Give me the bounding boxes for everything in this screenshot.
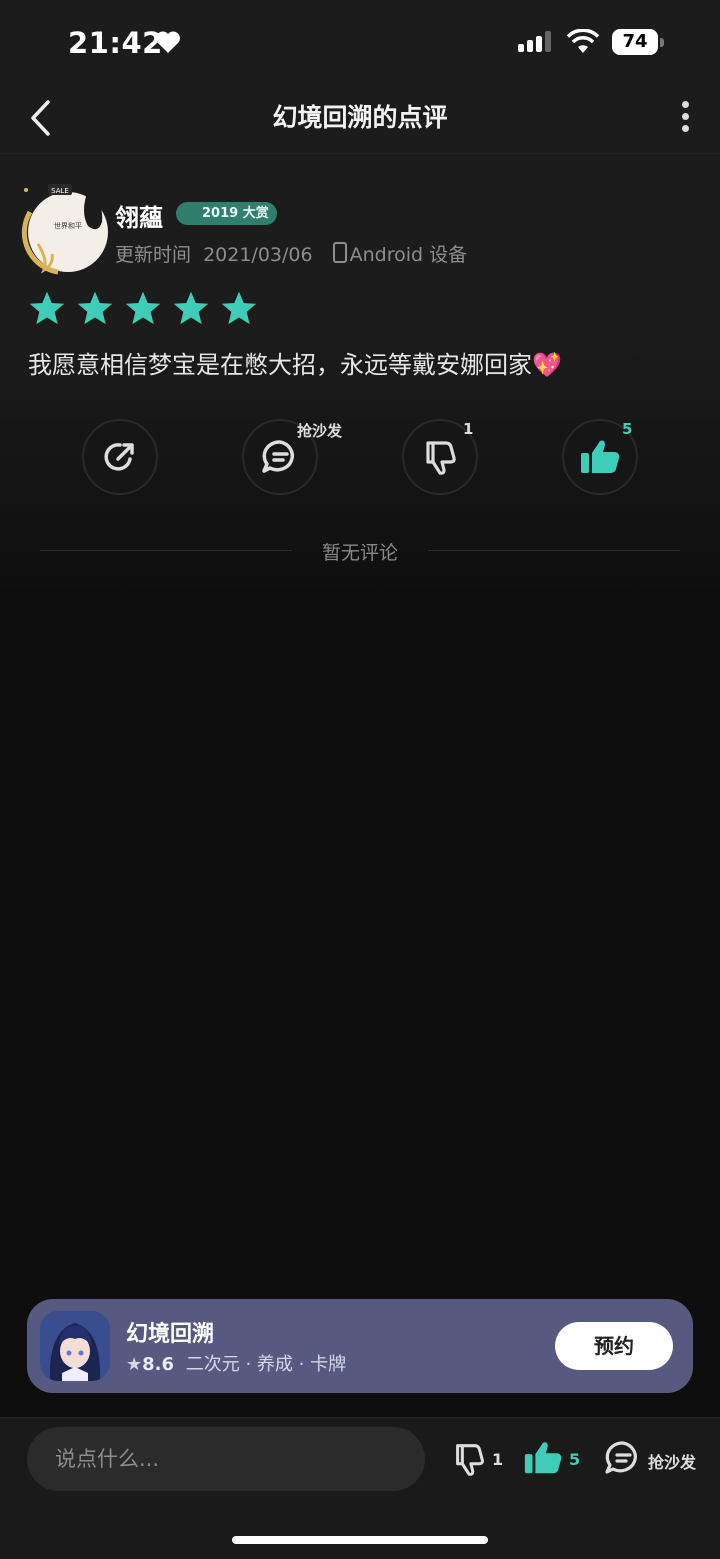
- thumbs-up-icon[interactable]: [522, 1438, 564, 1478]
- battery-level: 74: [612, 29, 658, 55]
- game-score: 8.6: [142, 1354, 175, 1375]
- wifi-icon: [566, 29, 600, 53]
- thumbs-down-icon: [426, 441, 456, 475]
- username[interactable]: 翎蘊: [115, 198, 163, 233]
- battery-cap: [660, 38, 664, 47]
- phone-icon: [332, 242, 347, 263]
- more-options-icon[interactable]: [676, 101, 694, 133]
- heart-icon: [155, 31, 181, 53]
- star-icon: [77, 291, 113, 325]
- share-button[interactable]: [82, 419, 158, 495]
- dislike-count: 1: [463, 420, 474, 438]
- review-meta: 更新时间 2021/03/06 Android 设备: [115, 240, 473, 267]
- game-name[interactable]: 幻境回溯: [126, 1316, 214, 1348]
- comment-icon[interactable]: [602, 1438, 644, 1478]
- thumbs-down-icon[interactable]: [450, 1440, 488, 1478]
- like-count: 5: [622, 420, 633, 438]
- star-icon: [222, 291, 257, 325]
- comment-input[interactable]: 说点什么...: [27, 1427, 425, 1491]
- game-info: ★8.6 二次元 · 养成 · 卡牌: [126, 1350, 346, 1376]
- header-divider: [0, 153, 720, 154]
- updated-date: 2021/03/06: [203, 244, 313, 266]
- user-avatar[interactable]: SALE 世界和平: [18, 182, 112, 276]
- review-text: 我愿意相信梦宝是在憋大招，永远等戴安娜回家💖: [28, 351, 562, 379]
- home-indicator[interactable]: [232, 1536, 488, 1544]
- page-title: 幻境回溯的点评: [272, 103, 448, 132]
- bottom-sofa-label[interactable]: 抢沙发: [648, 1449, 696, 1473]
- device-label: Android 设备: [349, 244, 468, 266]
- thumbs-up-icon: [581, 440, 620, 473]
- star-icon: [125, 291, 161, 325]
- rating-stars: [28, 290, 263, 330]
- no-comments-text: 暂无评论: [321, 542, 398, 564]
- star-icon: [29, 291, 65, 325]
- cellular-signal-icon: [518, 31, 551, 52]
- award-badge[interactable]: 2019 大赏: [176, 202, 277, 225]
- star-small-icon: ★: [126, 1354, 143, 1375]
- status-time: 21:42: [68, 26, 163, 60]
- sofa-label: 抢沙发: [297, 422, 343, 440]
- share-icon: [104, 443, 134, 471]
- comment-icon: [262, 440, 295, 473]
- updated-label: 更新时间: [115, 244, 192, 266]
- svg-text:SALE: SALE: [51, 187, 69, 195]
- game-tags: 二次元 · 养成 · 卡牌: [185, 1354, 347, 1375]
- bottom-dislike-count: 1: [492, 1450, 504, 1469]
- svg-text:世界和平: 世界和平: [54, 221, 82, 230]
- reserve-button[interactable]: 预约: [555, 1322, 673, 1370]
- star-icon: [174, 291, 209, 325]
- bottom-like-count: 5: [569, 1450, 581, 1469]
- game-icon[interactable]: [40, 1311, 110, 1381]
